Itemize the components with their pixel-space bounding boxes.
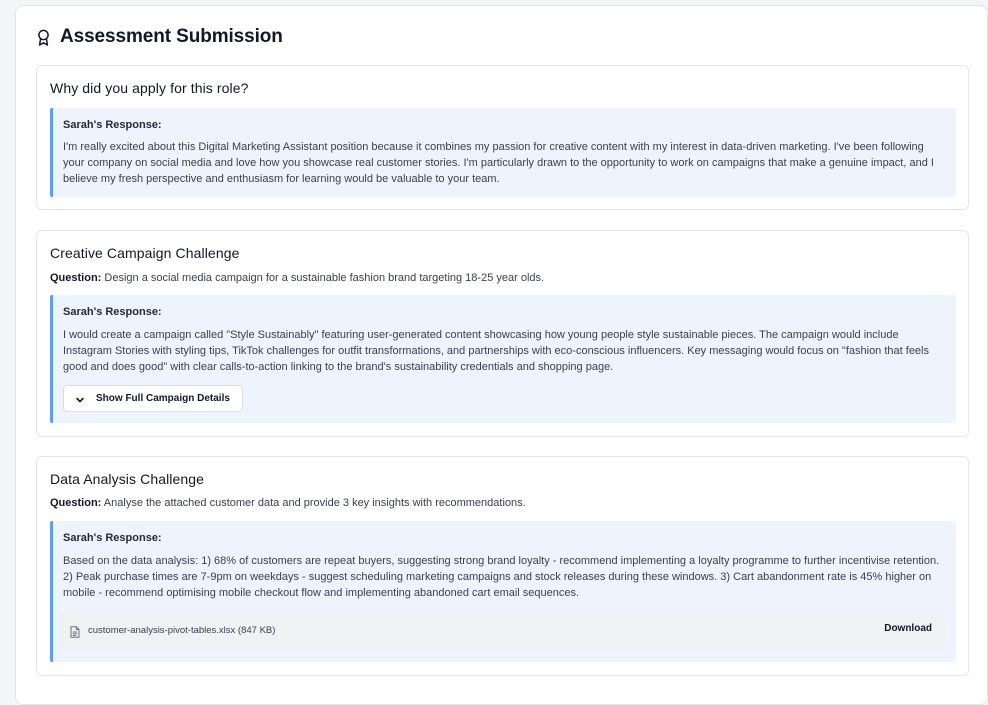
page-title: Assessment Submission — [60, 26, 283, 47]
download-button[interactable]: Download — [884, 623, 932, 634]
card-title: Creative Campaign Challenge — [50, 245, 240, 261]
response-block: Sarah's Response: I'm really excited abo… — [50, 108, 956, 197]
card-title: Data Analysis Challenge — [50, 471, 205, 487]
question-card-creative-campaign: Creative Campaign Challenge Question: De… — [36, 230, 969, 437]
question-body: Analyse the attached customer data and p… — [103, 497, 526, 509]
award-icon — [36, 29, 51, 46]
response-label: Sarah's Response: — [63, 532, 162, 544]
question-text: Question: Analyse the attached customer … — [50, 497, 526, 509]
question-card-motivation: Why did you apply for this role? Sarah's… — [36, 65, 969, 210]
card-title: Why did you apply for this role? — [50, 80, 249, 96]
assessment-panel: Assessment Submission Why did you apply … — [15, 5, 988, 705]
response-block: Sarah's Response: Based on the data anal… — [50, 521, 956, 662]
show-campaign-details-button[interactable]: Show Full Campaign Details — [63, 385, 243, 412]
response-text: I would create a campaign called "Style … — [63, 329, 929, 373]
panel-header: Assessment Submission — [36, 25, 283, 49]
question-label: Question: — [50, 497, 102, 509]
question-body: Design a social media campaign for a sus… — [104, 272, 545, 284]
question-text: Question: Design a social media campaign… — [50, 272, 544, 284]
response-label: Sarah's Response: — [63, 119, 162, 131]
response-text: I'm really excited about this Digital Ma… — [63, 141, 934, 185]
show-campaign-details-label: Show Full Campaign Details — [96, 393, 230, 404]
chevron-down-icon — [74, 393, 86, 405]
response-text: Based on the data analysis: 1) 68% of cu… — [63, 555, 940, 599]
question-label: Question: — [50, 272, 102, 284]
file-icon — [70, 625, 80, 638]
attachment-row: customer-analysis-pivot-tables.xlsx (847… — [61, 612, 946, 649]
question-card-data-analysis: Data Analysis Challenge Question: Analys… — [36, 456, 969, 676]
response-label: Sarah's Response: — [63, 306, 162, 318]
attachment-file-name: customer-analysis-pivot-tables.xlsx (847… — [88, 625, 276, 636]
response-block: Sarah's Response: I would create a campa… — [50, 295, 956, 423]
